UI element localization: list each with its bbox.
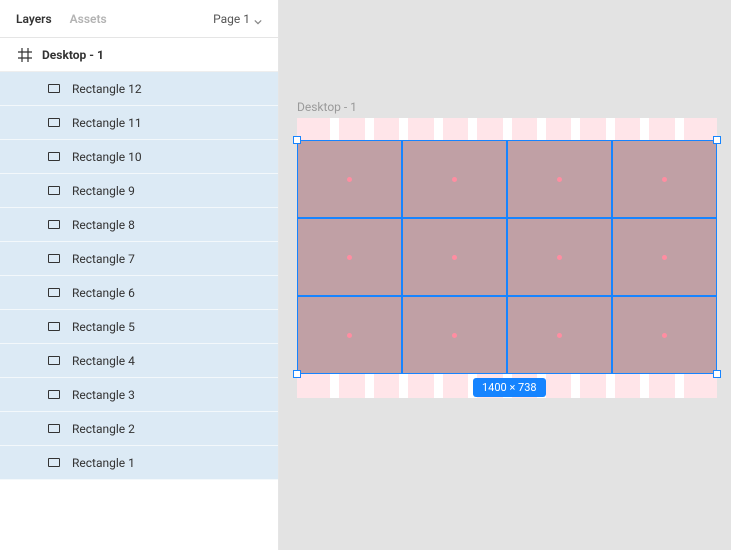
layer-label: Rectangle 11 [72, 116, 142, 130]
resize-handle-tl[interactable] [293, 136, 301, 144]
rectangle-shape[interactable] [403, 141, 506, 217]
selection-dimensions-badge: 1400 × 738 [473, 378, 546, 397]
layer-item[interactable]: Rectangle 10 [0, 140, 278, 174]
rectangle-shape[interactable] [298, 297, 401, 373]
rectangle-icon [48, 254, 60, 263]
layer-label: Rectangle 2 [72, 422, 135, 436]
resize-handle-tr[interactable] [713, 136, 721, 144]
page-label: Page 1 [213, 12, 250, 26]
layer-item[interactable]: Rectangle 11 [0, 106, 278, 140]
layer-label: Rectangle 7 [72, 252, 135, 266]
rectangle-icon [48, 356, 60, 365]
layer-label: Rectangle 1 [72, 456, 135, 470]
rectangle-shape[interactable] [403, 297, 506, 373]
layer-label: Rectangle 5 [72, 320, 135, 334]
layer-item[interactable]: Rectangle 9 [0, 174, 278, 208]
layer-item[interactable]: Rectangle 3 [0, 378, 278, 412]
rectangle-icon [48, 84, 60, 93]
rectangle-icon [48, 458, 60, 467]
layer-list: Rectangle 12 Rectangle 11 Rectangle 10 R… [0, 72, 278, 550]
layer-item[interactable]: Rectangle 12 [0, 72, 278, 106]
layer-label: Rectangle 10 [72, 150, 142, 164]
layers-panel: Layers Assets Page 1 Desktop - 1 Rectang… [0, 0, 279, 550]
selection-bounds[interactable] [297, 140, 717, 374]
layer-label: Rectangle 6 [72, 286, 135, 300]
rectangle-shape[interactable] [403, 219, 506, 295]
tab-assets[interactable]: Assets [70, 12, 107, 26]
rectangle-shape[interactable] [298, 141, 401, 217]
panel-tabs: Layers Assets Page 1 [0, 0, 278, 38]
rectangle-shape[interactable] [508, 141, 611, 217]
layer-item[interactable]: Rectangle 8 [0, 208, 278, 242]
frame-icon [18, 48, 32, 62]
frame-name: Desktop - 1 [42, 48, 104, 62]
rectangle-shape[interactable] [508, 297, 611, 373]
canvas[interactable]: Desktop - 1 [279, 0, 731, 550]
layer-label: Rectangle 4 [72, 354, 135, 368]
rectangle-shape[interactable] [613, 141, 716, 217]
rectangle-shape[interactable] [298, 219, 401, 295]
layer-item[interactable]: Rectangle 4 [0, 344, 278, 378]
rectangle-icon [48, 322, 60, 331]
rectangle-icon [48, 288, 60, 297]
rectangle-shape[interactable] [613, 219, 716, 295]
page-selector[interactable]: Page 1 [213, 12, 262, 26]
resize-handle-br[interactable] [713, 370, 721, 378]
layer-item[interactable]: Rectangle 5 [0, 310, 278, 344]
chevron-down-icon [254, 15, 262, 23]
layer-label: Rectangle 3 [72, 388, 135, 402]
layer-item[interactable]: Rectangle 6 [0, 276, 278, 310]
layer-label: Rectangle 9 [72, 184, 135, 198]
layer-item[interactable]: Rectangle 7 [0, 242, 278, 276]
frame-row[interactable]: Desktop - 1 [0, 38, 278, 72]
layer-item[interactable]: Rectangle 1 [0, 446, 278, 480]
layer-label: Rectangle 12 [72, 82, 142, 96]
tab-layers[interactable]: Layers [16, 12, 52, 26]
layer-label: Rectangle 8 [72, 218, 135, 232]
artboard-label[interactable]: Desktop - 1 [297, 100, 357, 114]
rectangle-icon [48, 424, 60, 433]
rectangle-icon [48, 186, 60, 195]
rectangle-shape[interactable] [508, 219, 611, 295]
rectangle-icon [48, 118, 60, 127]
layer-item[interactable]: Rectangle 2 [0, 412, 278, 446]
rectangle-icon [48, 152, 60, 161]
rectangle-icon [48, 390, 60, 399]
rectangle-icon [48, 220, 60, 229]
rectangle-shape[interactable] [613, 297, 716, 373]
resize-handle-bl[interactable] [293, 370, 301, 378]
